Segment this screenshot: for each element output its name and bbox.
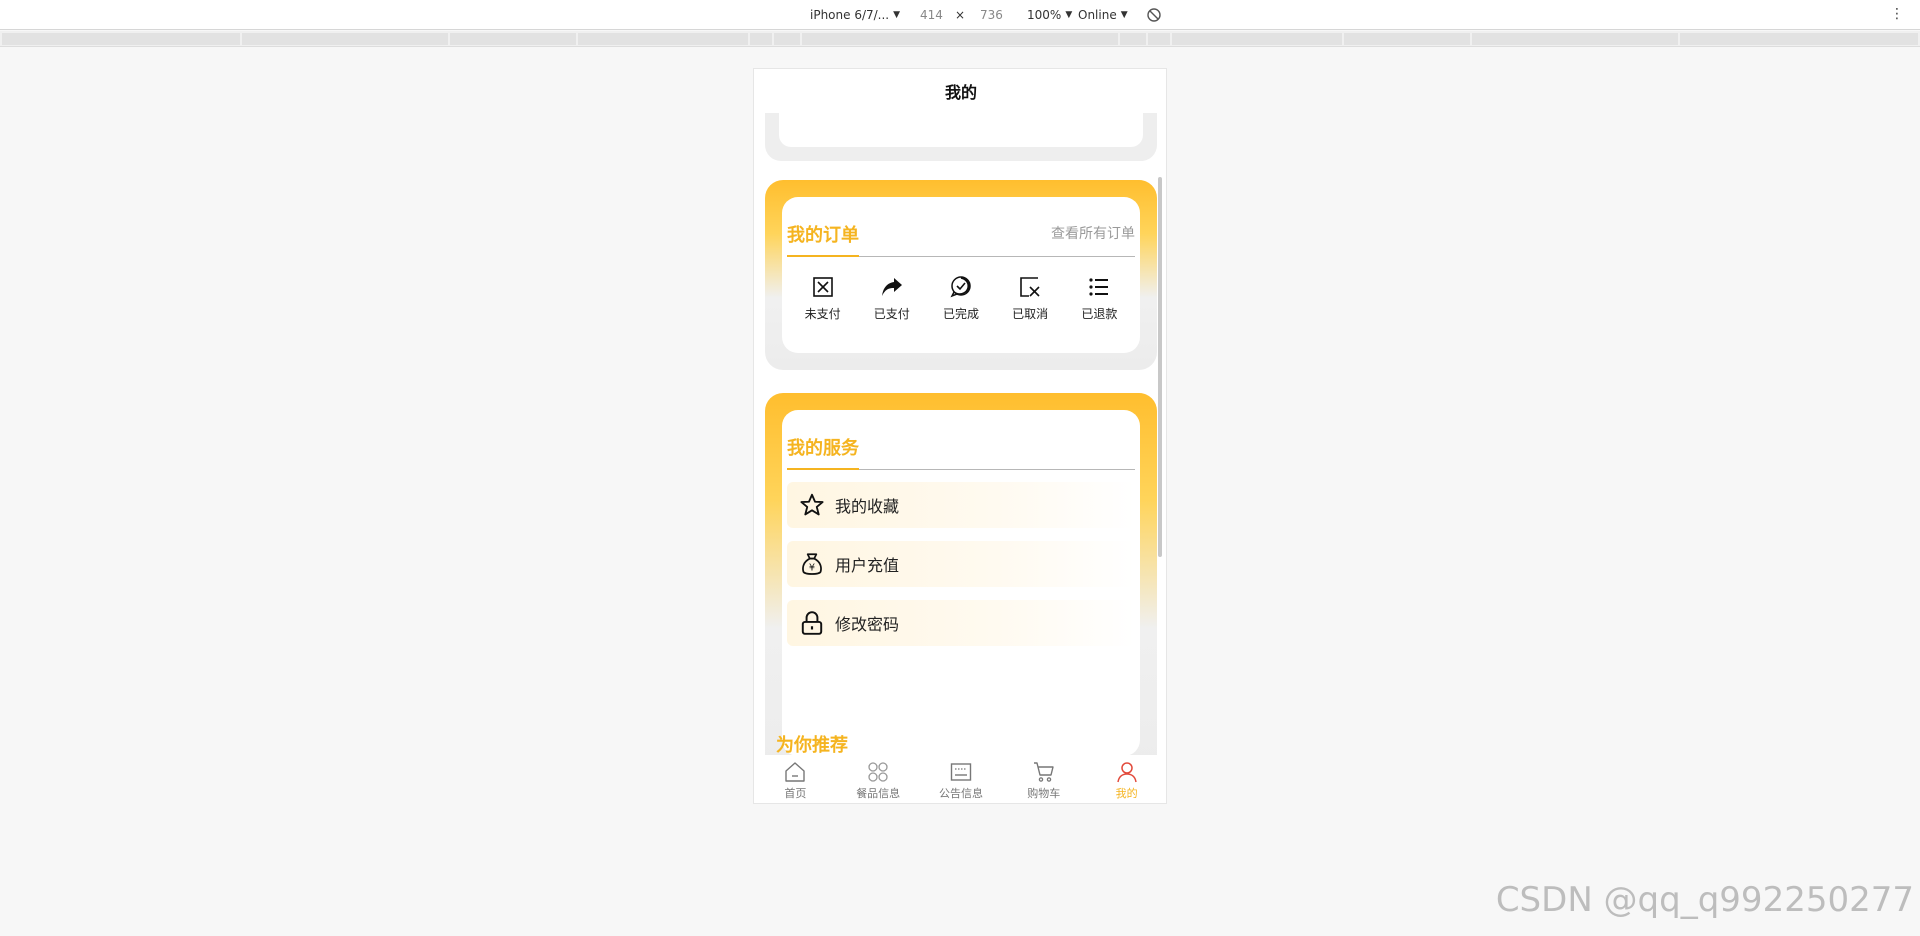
ruler-segment <box>1680 33 1918 45</box>
profile-card-bottom <box>765 113 1157 161</box>
tab-label: 餐品信息 <box>856 786 901 800</box>
services-header: 我的服务 <box>787 430 1135 470</box>
tab-food[interactable]: 餐品信息 <box>837 755 920 803</box>
ruler-segment <box>450 33 576 45</box>
tab-label: 我的 <box>1115 786 1138 800</box>
service-label: 用户充值 <box>835 556 900 575</box>
devtools-toolbar: iPhone 6/7/... ▼ 414 × 736 100% ▼ Online… <box>0 0 1920 30</box>
order-label: 未支付 <box>804 307 841 321</box>
nav-bar: 我的 <box>754 69 1166 113</box>
rotate-button[interactable] <box>1146 0 1162 30</box>
tab-mine[interactable]: 我的 <box>1085 755 1166 803</box>
rotate-icon <box>1147 8 1161 22</box>
ruler-segment <box>802 33 1118 45</box>
profile-card-inner <box>779 113 1143 147</box>
scrollbar[interactable] <box>1158 177 1162 557</box>
lock-icon <box>801 611 823 635</box>
page-title: 我的 <box>944 83 977 102</box>
ruler-segment <box>1172 33 1342 45</box>
network-value: Online <box>1078 8 1117 22</box>
unpaid-icon <box>812 277 833 297</box>
service-recharge[interactable]: ¥ 用户充值 <box>787 541 1135 587</box>
order-label: 已完成 <box>942 307 979 321</box>
ruler-segment <box>242 33 448 45</box>
service-favorites[interactable]: 我的收藏 <box>787 482 1135 528</box>
cart-icon <box>1033 761 1054 782</box>
height-value: 736 <box>980 8 1003 22</box>
chevron-down-icon: ▼ <box>1120 10 1128 20</box>
completed-icon <box>950 276 971 298</box>
orders-card: 我的订单 查看所有订单 未支付 已支付 已完成 已取消 已退款 <box>765 180 1157 370</box>
services-card: 我的服务 我的收藏 ¥ 用户充值 修改密码 <box>765 393 1157 755</box>
order-refunded[interactable]: 已退款 <box>1069 275 1129 322</box>
paid-icon <box>881 278 902 296</box>
device-name: iPhone 6/7/... <box>810 8 890 22</box>
times-text: × <box>955 8 966 22</box>
zoom-value: 100% <box>1027 8 1062 22</box>
chevron-down-icon: ▼ <box>893 10 901 20</box>
watermark: CSDN @qq_q992250277 <box>1495 880 1914 920</box>
width-value: 414 <box>920 8 943 22</box>
service-label: 修改密码 <box>835 615 900 634</box>
scroll-content[interactable]: 我的订单 查看所有订单 未支付 已支付 已完成 已取消 已退款 我的服务 我的收… <box>754 113 1166 755</box>
network-select[interactable]: Online ▼ <box>1078 0 1128 30</box>
ruler-segment <box>1120 33 1146 45</box>
order-label: 已退款 <box>1081 307 1118 321</box>
ruler-segment <box>2 33 240 45</box>
order-cancelled[interactable]: 已取消 <box>1000 275 1060 322</box>
recommend-title: 为你推荐 <box>776 735 848 756</box>
order-label: 已支付 <box>873 307 910 321</box>
order-label: 已取消 <box>1012 307 1049 321</box>
user-icon <box>1116 761 1137 782</box>
ruler-segment <box>1472 33 1678 45</box>
device-select[interactable]: iPhone 6/7/... ▼ <box>810 0 900 30</box>
home-icon <box>785 761 806 782</box>
ruler-segment <box>1148 33 1170 45</box>
zoom-select[interactable]: 100% ▼ <box>1027 0 1072 30</box>
height-input[interactable]: 736 <box>980 0 1003 30</box>
tab-notice[interactable]: 公告信息 <box>920 755 1003 803</box>
tab-label: 首页 <box>784 786 807 800</box>
order-status-list: 未支付 已支付 已完成 已取消 已退款 <box>782 275 1140 322</box>
service-change-password[interactable]: 修改密码 <box>787 600 1135 646</box>
tab-label: 公告信息 <box>938 786 983 800</box>
order-unpaid[interactable]: 未支付 <box>793 275 853 322</box>
orders-title: 我的订单 <box>787 221 859 257</box>
media-query-ruler <box>0 31 1920 47</box>
ruler-segment <box>750 33 772 45</box>
ruler-segment <box>774 33 800 45</box>
star-icon <box>800 493 824 516</box>
services-title: 我的服务 <box>787 434 859 470</box>
tab-bar: 首页 餐品信息 公告信息 购物车 我的 <box>754 755 1166 803</box>
ruler-segment <box>578 33 748 45</box>
times-sign: × <box>955 0 965 30</box>
more-options-icon[interactable]: ⋮ <box>1890 6 1904 22</box>
refunded-icon <box>1089 278 1109 296</box>
cancelled-icon <box>1020 277 1040 297</box>
grid-icon <box>868 761 888 782</box>
service-label: 我的收藏 <box>835 497 900 516</box>
notice-icon <box>950 762 972 781</box>
order-completed[interactable]: 已完成 <box>931 275 991 322</box>
chevron-down-icon: ▼ <box>1065 10 1073 20</box>
tab-cart[interactable]: 购物车 <box>1002 755 1085 803</box>
ruler-segment <box>1344 33 1470 45</box>
services-card-inner: 我的服务 我的收藏 ¥ 用户充值 修改密码 <box>782 410 1140 755</box>
svg-text:¥: ¥ <box>809 563 815 574</box>
tab-home[interactable]: 首页 <box>754 755 837 803</box>
tab-label: 购物车 <box>1027 786 1061 800</box>
money-bag-icon: ¥ <box>802 553 822 575</box>
view-all-orders-link[interactable]: 查看所有订单 <box>1051 223 1135 243</box>
phone-viewport: 我的 我的订单 查看所有订单 未支付 已支付 已完成 已取消 已退款 我的服务 … <box>753 68 1167 804</box>
width-input[interactable]: 414 <box>920 0 943 30</box>
orders-card-inner: 我的订单 查看所有订单 未支付 已支付 已完成 已取消 已退款 <box>782 197 1140 353</box>
order-paid[interactable]: 已支付 <box>862 275 922 322</box>
orders-header: 我的订单 查看所有订单 <box>787 217 1135 257</box>
